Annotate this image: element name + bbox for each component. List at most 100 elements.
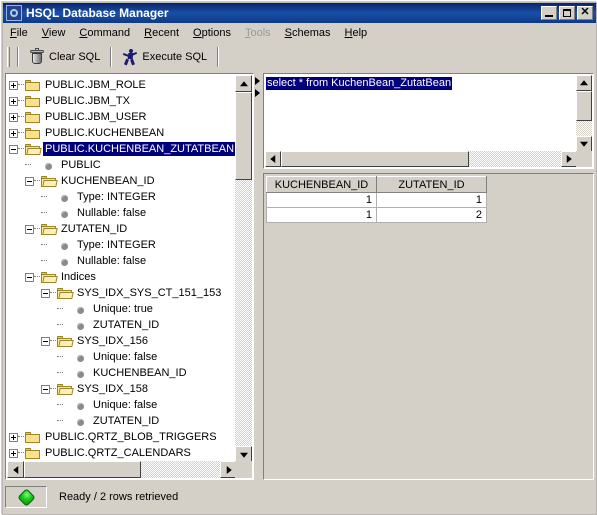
tree-node[interactable]: ZUTATEN_ID [9,221,237,237]
tree-scroll-up-button[interactable] [235,75,252,92]
tree-node[interactable]: Unique: true [9,301,237,317]
tree-node[interactable]: Type: INTEGER [9,189,237,205]
tree-node[interactable]: SYS_IDX_156 [9,333,237,349]
split-pane-divider[interactable] [254,73,263,480]
cell-zutaten-id[interactable]: 2 [376,207,487,223]
sql-scroll-right-button[interactable] [561,151,577,167]
tree-node[interactable]: PUBLIC.KUCHENBEAN_ZUTATBEAN [9,141,237,157]
execute-sql-button[interactable]: Execute SQL [117,46,212,67]
menu-schemas[interactable]: Schemas [278,25,338,41]
tree-node-label: ZUTATEN_ID [61,223,128,235]
menu-help[interactable]: Help [338,25,375,41]
tree-node[interactable]: SYS_IDX_158 [9,381,237,397]
tree-node[interactable]: Unique: false [9,349,237,365]
tree-connector [57,324,63,326]
cell-zutaten-id[interactable]: 1 [376,192,487,208]
folder-icon [25,111,41,124]
expand-node-icon[interactable] [9,96,18,106]
menu-file[interactable]: File [3,25,35,41]
sql-horizontal-scroll-thumb[interactable] [281,151,469,167]
clear-sql-button[interactable]: Clear SQL [24,46,105,67]
toolbar-grip[interactable] [7,46,10,67]
collapse-node-icon[interactable] [25,272,34,282]
tree-node[interactable]: PUBLIC.KUCHENBEAN [9,125,237,141]
menu-view[interactable]: View [35,25,73,41]
sql-scroll-left-button[interactable] [265,151,281,167]
collapse-node-icon[interactable] [9,144,18,154]
runner-icon [122,48,138,65]
tree-node[interactable]: Nullable: false [9,205,237,221]
tree-node[interactable]: Unique: false [9,397,237,413]
tree-node[interactable]: KUCHENBEAN_ID [9,173,237,189]
tree-node[interactable]: PUBLIC.JBM_TX [9,93,237,109]
tree-node-label: ZUTATEN_ID [93,319,160,331]
tree-node[interactable]: PUBLIC [9,157,237,173]
tree-scroll-left-button[interactable] [7,461,24,478]
expand-node-icon[interactable] [9,448,18,458]
collapse-node-icon[interactable] [41,288,50,298]
tree-node[interactable]: KUCHENBEAN_ID [9,365,237,381]
collapse-node-icon[interactable] [25,224,34,234]
tree-node[interactable]: Indices [9,269,237,285]
tree-connector [41,196,47,198]
status-bar: Ready / 2 rows retrieved [5,485,594,509]
sql-vertical-scrollbar[interactable] [576,75,592,152]
collapse-node-icon[interactable] [41,384,50,394]
tree-node[interactable]: ZUTATEN_ID [9,317,237,333]
tree-node[interactable]: PUBLIC.QRTZ_CALENDARS [9,445,237,461]
tree-vertical-scrollbar[interactable] [235,75,252,463]
tree-scroll-area[interactable]: PUBLIC.JBM_ROLE PUBLIC.JBM_TX PUBLIC.JBM_U… [7,75,237,463]
expand-node-icon[interactable] [9,128,18,138]
tree-horizontal-scrollbar[interactable] [7,461,237,478]
tree-connector [57,308,63,310]
maximize-button[interactable] [559,6,575,20]
minimize-button[interactable] [541,6,557,20]
trash-icon [29,47,45,65]
toolbar-separator-3 [217,46,220,67]
leaf-node-icon [57,191,73,204]
menu-file-rest: ile [16,27,28,39]
tree-connector [57,372,63,374]
sql-horizontal-scrollbar[interactable] [265,151,577,167]
menu-options-rest: ptions [201,27,231,39]
tree-horizontal-scroll-thumb[interactable] [24,461,141,478]
expand-node-icon[interactable] [9,112,18,122]
cell-kuchenbean-id[interactable]: 1 [266,207,377,223]
tree-connector [18,116,24,118]
splitter-collapse-right-icon[interactable] [255,89,260,97]
table-row[interactable]: 1 2 [266,207,487,223]
menu-command[interactable]: Command [72,25,137,41]
menu-recent[interactable]: Recent [137,25,186,41]
leaf-node-icon [73,399,89,412]
expand-node-icon[interactable] [9,432,18,442]
splitter-collapse-left-icon[interactable] [255,77,260,85]
collapse-node-icon[interactable] [41,336,50,346]
sql-vertical-scroll-thumb[interactable] [576,91,592,121]
column-header-kuchenbean-id[interactable]: KUCHENBEAN_ID [266,176,377,193]
tree-node[interactable]: Nullable: false [9,253,237,269]
toolbar: Clear SQL Execute SQL [3,43,596,70]
close-button[interactable]: ✕ [577,6,593,20]
tree-node[interactable]: PUBLIC.JBM_ROLE [9,77,237,93]
tree-node[interactable]: SYS_IDX_SYS_CT_151_153 [9,285,237,301]
tree-node[interactable]: Type: INTEGER [9,237,237,253]
folder-icon [25,447,41,460]
sql-input[interactable]: select * from KuchenBean_ZutatBean [265,75,577,151]
column-header-zutaten-id[interactable]: ZUTATEN_ID [376,176,487,193]
tree-vertical-scroll-thumb[interactable] [235,92,252,180]
tree-node-label: Unique: false [93,351,158,363]
expand-node-icon[interactable] [9,80,18,90]
tree-node[interactable]: ZUTATEN_ID [9,413,237,429]
tree-node-label: KUCHENBEAN_ID [93,367,187,379]
cell-kuchenbean-id[interactable]: 1 [266,192,377,208]
sql-editor-panel[interactable]: select * from KuchenBean_ZutatBean [263,73,594,169]
sql-scroll-up-button[interactable] [576,75,592,91]
tree-node[interactable]: PUBLIC.JBM_USER [9,109,237,125]
menu-options[interactable]: Options [186,25,238,41]
sql-scroll-down-button[interactable] [576,136,592,152]
database-tree: PUBLIC.JBM_ROLE PUBLIC.JBM_TX PUBLIC.JBM_U… [7,75,237,461]
collapse-node-icon[interactable] [25,176,34,186]
tree-node[interactable]: PUBLIC.QRTZ_BLOB_TRIGGERS [9,429,237,445]
folder-open-icon [57,335,74,348]
table-row[interactable]: 1 1 [266,192,487,208]
